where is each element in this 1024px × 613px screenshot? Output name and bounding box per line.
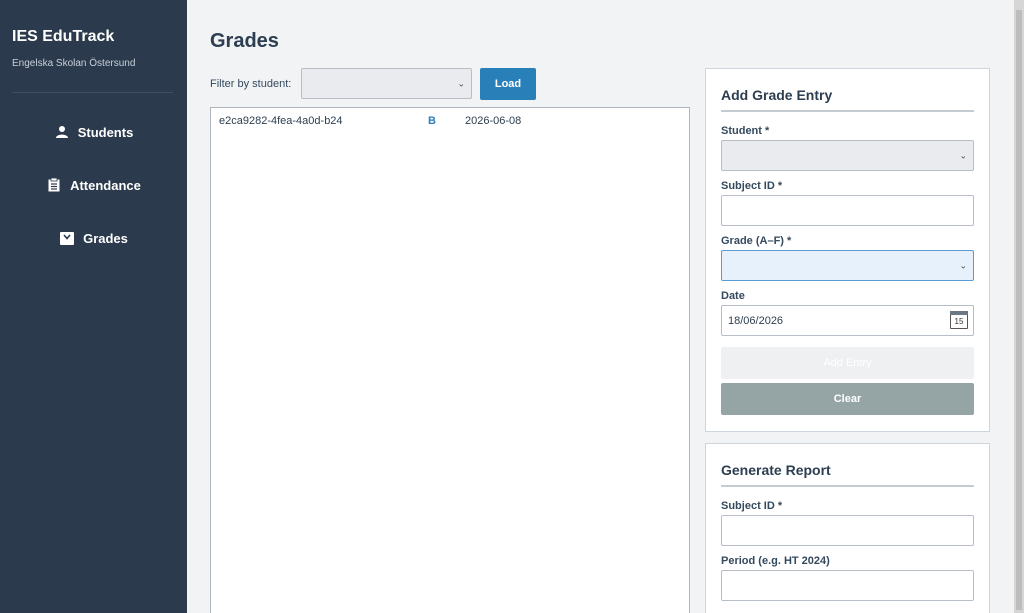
grade-value: B — [428, 115, 436, 127]
generate-report-panel: Generate Report Subject ID * Period (e.g… — [705, 443, 990, 613]
panel-divider — [721, 110, 974, 112]
grades-icon — [59, 230, 75, 246]
app-title: IES EduTrack — [12, 28, 115, 45]
clipboard-icon — [46, 177, 62, 193]
school-name: Engelska Skolan Östersund — [12, 58, 136, 69]
sidebar-divider — [12, 92, 173, 93]
chevron-down-icon: ⌄ — [959, 260, 967, 270]
period-input[interactable] — [721, 570, 974, 601]
load-button[interactable]: Load — [480, 68, 536, 100]
student-label: Student * — [721, 125, 770, 137]
subject-id-input[interactable] — [721, 195, 974, 226]
grade-select[interactable]: ⌄ — [721, 250, 974, 281]
calendar-day: 15 — [954, 317, 964, 326]
period-label: Period (e.g. HT 2024) — [721, 555, 830, 567]
panel-title: Add Grade Entry — [721, 87, 833, 103]
add-entry-button[interactable]: Add Entry — [721, 347, 974, 379]
subject-id-label: Subject ID * — [721, 180, 783, 192]
sidebar-item-label: Attendance — [70, 177, 141, 193]
user-icon — [54, 124, 70, 140]
student-filter-select[interactable]: ⌄ — [301, 68, 472, 99]
chevron-down-icon: ⌄ — [959, 150, 967, 160]
sidebar-item-label: Students — [77, 124, 134, 140]
report-subject-id-label: Subject ID * — [721, 500, 783, 512]
date-label: Date — [721, 290, 745, 302]
panel-title: Generate Report — [721, 462, 831, 478]
grades-list[interactable]: e2ca9282-4fea-4a0d-b24 B 2026-06-08 — [210, 107, 690, 613]
scrollbar-thumb[interactable] — [1016, 10, 1022, 610]
grade-student-id: e2ca9282-4fea-4a0d-b24 — [219, 115, 343, 127]
sidebar-item-grades[interactable]: Grades — [0, 223, 187, 253]
date-value: 18/06/2026 — [728, 314, 784, 327]
date-input[interactable]: 18/06/2026 15 — [721, 305, 974, 336]
sidebar-item-students[interactable]: Students — [0, 117, 187, 147]
list-item[interactable]: e2ca9282-4fea-4a0d-b24 B 2026-06-08 — [219, 115, 679, 131]
report-subject-id-input[interactable] — [721, 515, 974, 546]
filter-label: Filter by student: — [210, 78, 292, 90]
sidebar-item-attendance[interactable]: Attendance — [0, 170, 187, 200]
sidebar: IES EduTrack Engelska Skolan Östersund S… — [0, 0, 187, 613]
page-title: Grades — [210, 30, 279, 52]
calendar-icon[interactable]: 15 — [950, 311, 968, 329]
scrollbar[interactable] — [1014, 0, 1024, 613]
panel-divider — [721, 485, 974, 487]
clear-button[interactable]: Clear — [721, 383, 974, 415]
student-select[interactable]: ⌄ — [721, 140, 974, 171]
sidebar-item-label: Grades — [83, 230, 128, 246]
grade-label: Grade (A–F) * — [721, 235, 792, 247]
add-grade-panel: Add Grade Entry Student * ⌄ Subject ID *… — [705, 68, 990, 432]
chevron-down-icon: ⌄ — [457, 78, 465, 88]
grade-date: 2026-06-08 — [465, 115, 522, 127]
